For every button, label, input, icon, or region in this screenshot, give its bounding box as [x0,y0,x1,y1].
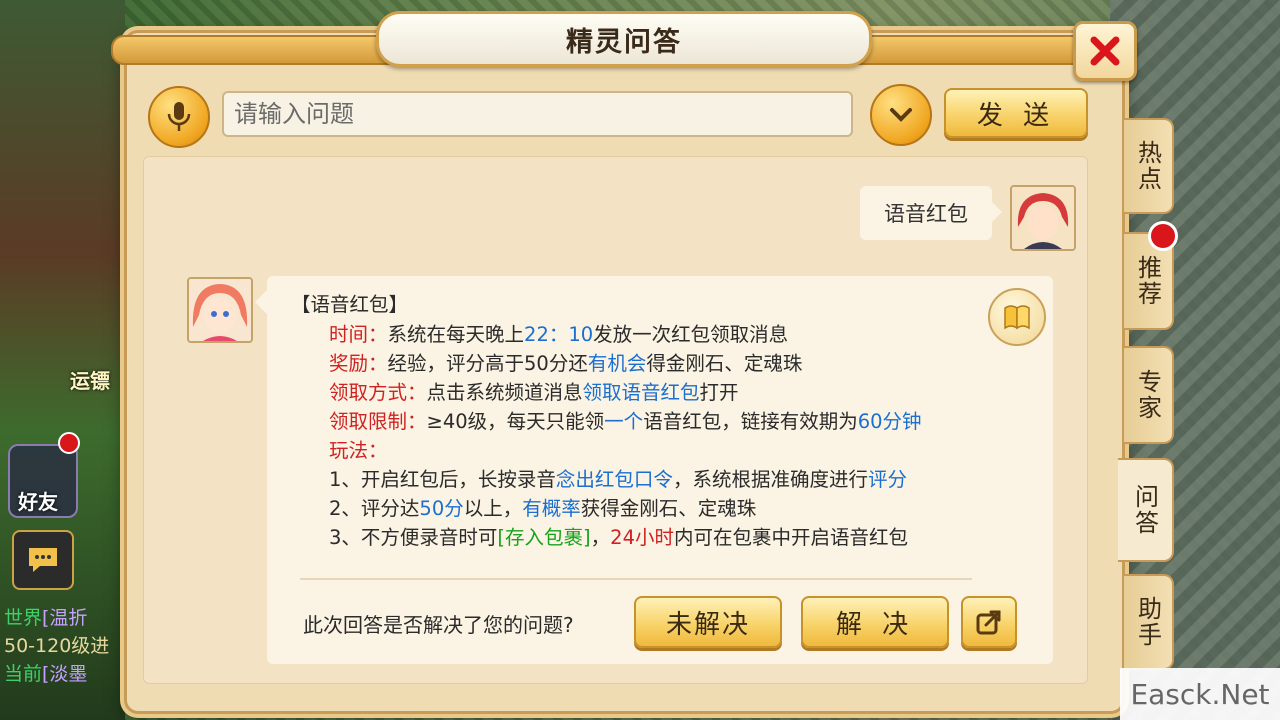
reward-link[interactable]: 有机会 [588,352,647,375]
hud-chat-log[interactable]: 世界[温折 50-120级进 当前[淡墨 [4,604,122,688]
claim-voice-packet-link[interactable]: 领取语音红包 [583,381,700,404]
score-link[interactable]: 评分 [868,468,907,491]
feedback-question: 此次回答是否解决了您的问题? [303,613,574,637]
send-button[interactable]: 发 送 [944,88,1088,138]
answer-play-label: 玩法： [329,439,388,462]
answer-step-3: 3、不方便录音时可[存入包裹]，24小时内可在包裹中开启语音红包 [329,526,908,549]
store-in-bag-link[interactable]: [存入包裹] [497,526,590,549]
history-dropdown-button[interactable] [870,84,932,146]
answer-step-2: 2、评分达50分以上，有概率获得金刚石、定魂珠 [329,497,757,520]
answer-time-line: 时间：系统在每天晚上22：10发放一次红包领取消息 [329,323,789,346]
answer-limit-line: 领取限制：≥40级，每天只能领一个语音红包，链接有效期为60分钟 [329,410,922,433]
voice-input-button[interactable] [148,86,210,148]
solved-button[interactable]: 解 决 [801,596,949,648]
share-icon [976,610,1001,635]
tab-qa[interactable]: 问答 [1118,458,1174,562]
chat-line: 当前[淡墨 [4,663,88,685]
feedback-divider [300,578,972,580]
close-button[interactable] [1073,21,1137,81]
read-password-link[interactable]: 念出红包口令 [556,468,673,491]
probability-link[interactable]: 有概率 [522,497,581,520]
unsolved-button[interactable]: 未解决 [634,596,782,648]
dialog-title: 精灵问答 [566,26,682,58]
user-avatar [1010,185,1076,251]
microphone-icon [167,102,191,131]
assistant-avatar [187,277,253,343]
tab-hot[interactable]: 热点 [1124,118,1174,214]
chat-bubble-icon[interactable] [12,530,74,590]
answer-step-1: 1、开启红包后，长按录音念出红包口令，系统根据准确度进行评分 [329,468,907,491]
tab-notification-dot [1148,221,1178,251]
hud-notification-dot [58,432,80,454]
answer-method-line: 领取方式：点击系统频道消息领取语音红包打开 [329,381,739,404]
close-icon [1090,36,1120,66]
chevron-down-icon [890,108,912,122]
chat-line: 世界[温折 [4,607,88,629]
dialog-title-plate: 精灵问答 [376,11,872,67]
user-message-bubble: 语音红包 [860,186,1002,240]
answer-reward-line: 奖励：经验，评分高于50分还有机会得金刚石、定魂珠 [329,352,803,375]
watermark: Easck.Net [1120,668,1280,720]
hud-friends-label: 好友 [18,490,58,514]
book-icon[interactable] [988,288,1046,346]
question-input[interactable] [222,91,853,137]
hud-friends-button[interactable]: 好友 [8,444,78,518]
answer-title: 【语音红包】 [291,293,409,316]
hud-yunbiao-label[interactable]: 运镖 [70,365,110,394]
tab-expert[interactable]: 专家 [1124,346,1174,444]
chat-line: 50-120级进 [4,635,110,657]
tab-assistant[interactable]: 助手 [1124,574,1174,670]
share-button[interactable] [961,596,1017,648]
